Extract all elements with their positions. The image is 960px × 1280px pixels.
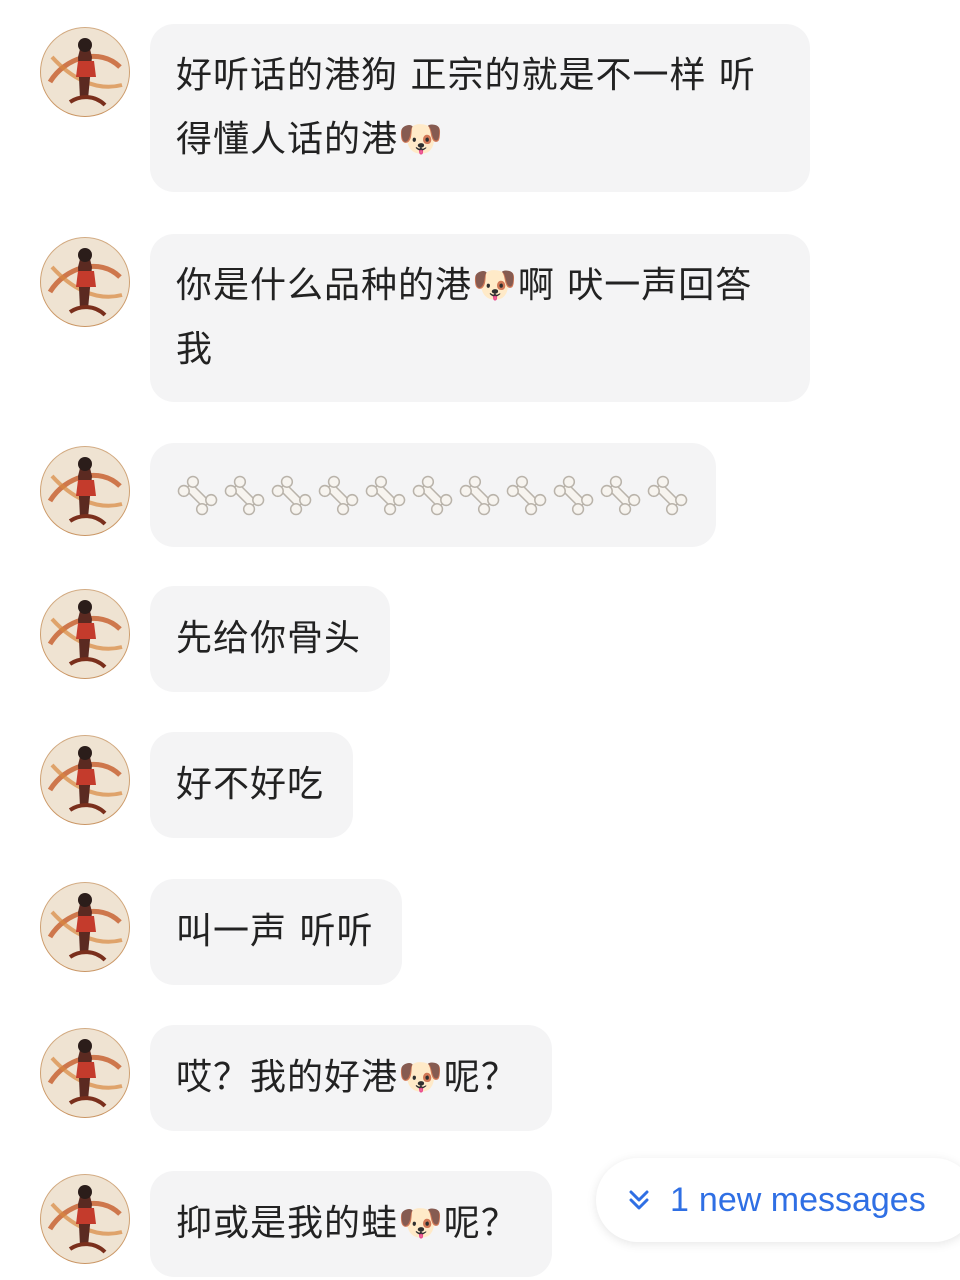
bone-icon: [365, 475, 406, 515]
message-text: 得懂人话的港🐶: [176, 119, 444, 160]
message-text: 抑或是我的蛙🐶呢？: [176, 1203, 518, 1244]
avatar[interactable]: [40, 1174, 130, 1264]
bone-icon: [177, 475, 218, 515]
new-messages-count: 1: [670, 1180, 689, 1219]
new-messages-button[interactable]: 1 new messages: [596, 1158, 960, 1242]
bone-icon: [600, 475, 641, 515]
avatar[interactable]: [40, 589, 130, 679]
avatar[interactable]: [40, 237, 130, 327]
bone-icon: [271, 475, 312, 515]
double-chevron-down-icon: [629, 1190, 649, 1210]
message-bubble[interactable]: 叫一声 听听: [150, 879, 402, 985]
avatar[interactable]: [40, 27, 130, 117]
message-bubble[interactable]: 哎？我的好港🐶呢？: [150, 1025, 552, 1131]
bone-icon: [224, 475, 265, 515]
message-bubble[interactable]: 好听话的港狗 正宗的就是不一样 听 得懂人话的港🐶: [150, 24, 810, 192]
message-text: 好听话的港狗 正宗的就是不一样 听: [176, 55, 756, 96]
new-messages-label: new messages: [698, 1180, 926, 1219]
bone-icon: [459, 475, 500, 515]
bone-icon: [506, 475, 547, 515]
avatar[interactable]: [40, 446, 130, 536]
avatar[interactable]: [40, 882, 130, 972]
message-text: 我: [176, 329, 214, 370]
bone-icon: [553, 475, 594, 515]
bone-icon: [412, 475, 453, 515]
bone-icon: [318, 475, 359, 515]
bone-icon: [647, 475, 688, 515]
message-text: 叫一声 听听: [176, 911, 374, 952]
avatar[interactable]: [40, 1028, 130, 1118]
message-text: 哎？我的好港🐶呢？: [176, 1057, 518, 1098]
message-text: 先给你骨头: [176, 618, 362, 659]
message-bubble[interactable]: 先给你骨头: [150, 586, 390, 692]
avatar[interactable]: [40, 735, 130, 825]
message-bubble[interactable]: 你是什么品种的港🐶啊 吠一声回答 我: [150, 234, 810, 402]
chat-thread: 好听话的港狗 正宗的就是不一样 听 得懂人话的港🐶 你是什么品种的港🐶啊 吠一声…: [0, 0, 960, 1280]
message-bubble[interactable]: 抑或是我的蛙🐶呢？: [150, 1171, 552, 1277]
message-text: 你是什么品种的港🐶啊 吠一声回答: [176, 265, 753, 306]
message-bubble[interactable]: 好不好吃: [150, 732, 353, 838]
message-bubble[interactable]: [150, 443, 716, 547]
message-text: 好不好吃: [176, 764, 325, 805]
